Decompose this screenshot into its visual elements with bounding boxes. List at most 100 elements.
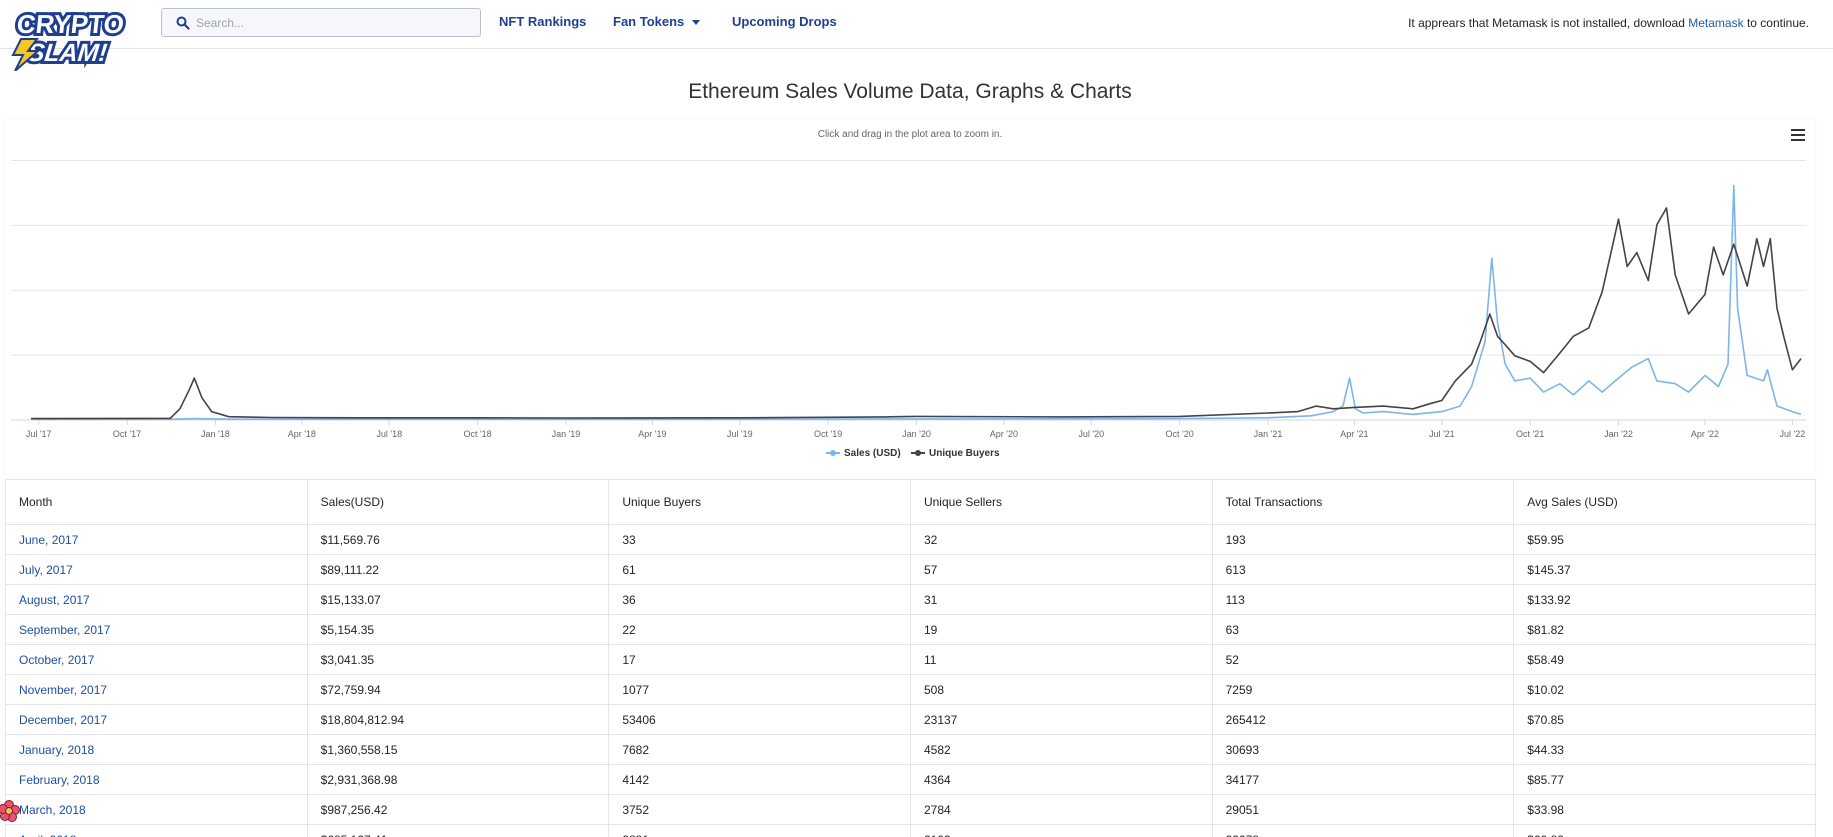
x-tick-label: Oct '19 <box>814 429 842 439</box>
legend-marker <box>915 450 921 456</box>
table-row: June, 2017 $11,569.76 33 32 193 $59.95 <box>5 524 1816 555</box>
nav-fan-tokens[interactable]: Fan Tokens <box>613 14 701 29</box>
cell-sales: $685,127.41 <box>306 824 610 837</box>
cell-unique-buyers: 17 <box>608 644 911 675</box>
cell-sales: $18,804,812.94 <box>306 704 610 735</box>
cell-month: August, 2017 <box>5 584 308 615</box>
cell-month: September, 2017 <box>5 614 308 645</box>
x-tick-label: Jul '22 <box>1779 429 1805 439</box>
month-link[interactable]: November, 2017 <box>19 683 107 697</box>
column-header-unique-buyers[interactable]: Unique Buyers <box>608 479 911 525</box>
column-header-month[interactable]: Month <box>5 479 308 525</box>
x-tick-label: Jan '18 <box>201 429 230 439</box>
chart-menu-icon[interactable] <box>1791 129 1805 141</box>
month-link[interactable]: August, 2017 <box>19 593 90 607</box>
month-link[interactable]: September, 2017 <box>19 623 110 637</box>
cell-unique-sellers: 4364 <box>909 764 1213 795</box>
x-tick-label: Oct '18 <box>463 429 491 439</box>
table-row: October, 2017 $3,041.35 17 11 52 $58.49 <box>5 644 1816 675</box>
table-row: September, 2017 $5,154.35 22 19 63 $81.82 <box>5 614 1816 645</box>
cell-total-transactions: 613 <box>1211 554 1515 585</box>
x-tick-label: Apr '22 <box>1691 429 1719 439</box>
cell-unique-sellers: 23137 <box>909 704 1213 735</box>
table-row: February, 2018 $2,931,368.98 4142 4364 34177… <box>5 764 1816 795</box>
cell-avg-sales: $85.77 <box>1513 764 1816 795</box>
table-row: March, 2018 $987,256.42 3752 2784 29051 $33.9… <box>5 794 1816 825</box>
cell-month: March, 2018 <box>5 794 308 825</box>
cell-avg-sales: $81.82 <box>1513 614 1816 645</box>
x-tick-label: Oct '20 <box>1166 429 1194 439</box>
nav-upcoming-drops[interactable]: Upcoming Drops <box>732 14 837 29</box>
cell-unique-sellers: 4582 <box>909 734 1213 765</box>
cell-unique-sellers: 2103 <box>909 824 1213 837</box>
x-tick-label: Jan '22 <box>1604 429 1633 439</box>
x-tick-label: Jul '20 <box>1078 429 1104 439</box>
search-icon <box>176 16 190 30</box>
table-row: December, 2017 $18,804,812.94 53406 23137 26… <box>5 704 1816 735</box>
cell-total-transactions: 7259 <box>1211 674 1515 705</box>
x-tick-label: Jan '21 <box>1254 429 1283 439</box>
metamask-download-link[interactable]: Metamask <box>1688 16 1743 30</box>
cell-avg-sales: $145.37 <box>1513 554 1816 585</box>
cell-month: November, 2017 <box>5 674 308 705</box>
month-link[interactable]: July, 2017 <box>19 563 73 577</box>
cell-month: December, 2017 <box>5 704 308 735</box>
chart-svg[interactable]: Click and drag in the plot area to zoom … <box>6 119 1815 477</box>
legend-item-sales[interactable]: Sales (USD) <box>826 448 901 459</box>
flower-widget-icon[interactable] <box>0 799 22 823</box>
cell-total-transactions: 63 <box>1211 614 1515 645</box>
cell-unique-sellers: 508 <box>909 674 1213 705</box>
cell-month: October, 2017 <box>5 644 308 675</box>
search-input[interactable] <box>196 12 466 33</box>
cell-unique-buyers: 33 <box>608 524 911 555</box>
nav-nft-rankings[interactable]: NFT Rankings <box>499 14 586 29</box>
cell-sales: $72,759.94 <box>306 674 610 705</box>
cell-total-transactions: 113 <box>1211 584 1515 615</box>
nav-fan-tokens-label: Fan Tokens <box>613 14 685 29</box>
chart-legend[interactable]: Sales (USD) Unique Buyers <box>826 448 1000 459</box>
cell-total-transactions: 52 <box>1211 644 1515 675</box>
cell-sales: $2,931,368.98 <box>306 764 610 795</box>
cell-unique-buyers: 36 <box>608 584 911 615</box>
series-line-unique-buyers <box>30 207 1802 420</box>
legend-item-unique-buyers[interactable]: Unique Buyers <box>911 448 1000 459</box>
month-link[interactable]: June, 2017 <box>19 533 78 547</box>
cell-avg-sales: $33.98 <box>1513 794 1816 825</box>
legend-marker <box>830 450 836 456</box>
cell-sales: $3,041.35 <box>306 644 610 675</box>
metamask-notice-suffix: to continue. <box>1746 16 1809 30</box>
month-link[interactable]: January, 2018 <box>19 743 94 757</box>
month-link[interactable]: April, 2018 <box>19 833 76 837</box>
cell-unique-buyers: 2881 <box>608 824 911 837</box>
column-header-sales[interactable]: Sales(USD) <box>306 479 610 525</box>
svg-text:SLAM!: SLAM! <box>26 39 108 67</box>
cell-unique-sellers: 32 <box>909 524 1213 555</box>
cell-unique-sellers: 2784 <box>909 794 1213 825</box>
cell-unique-buyers: 1077 <box>608 674 911 705</box>
page-title: Ethereum Sales Volume Data, Graphs & Cha… <box>688 80 1132 103</box>
column-header-unique-sellers[interactable]: Unique Sellers <box>909 479 1213 525</box>
metamask-notice-prefix: It apprears that Metamask is not install… <box>1408 16 1685 30</box>
cell-month: July, 2017 <box>5 554 308 585</box>
top-navigation: CRYPTO SLAM! NFT Rankings Fan Tokens Upc… <box>0 0 1833 71</box>
x-axis-ticks: Jul '17 Oct '17 Jan '18 Apr '18 Jul '18 Oct '… <box>26 420 1805 439</box>
cell-avg-sales: $29.82 <box>1513 824 1816 837</box>
month-link[interactable]: March, 2018 <box>19 803 86 817</box>
x-tick-label: Jan '20 <box>902 429 931 439</box>
cell-unique-buyers: 53406 <box>608 704 911 735</box>
sales-volume-chart[interactable]: Click and drag in the plot area to zoom … <box>6 119 1815 477</box>
column-header-total-transactions[interactable]: Total Transactions <box>1211 479 1515 525</box>
table-header-row: Month Sales(USD) Unique Buyers Unique Se… <box>5 479 1816 525</box>
cell-avg-sales: $59.95 <box>1513 524 1816 555</box>
cryptoslam-logo[interactable]: CRYPTO SLAM! <box>7 5 135 71</box>
month-link[interactable]: December, 2017 <box>19 713 107 727</box>
cell-unique-sellers: 31 <box>909 584 1213 615</box>
cell-unique-buyers: 4142 <box>608 764 911 795</box>
chart-grid <box>11 159 1806 421</box>
cell-sales: $5,154.35 <box>306 614 610 645</box>
cell-unique-sellers: 11 <box>909 644 1213 675</box>
column-header-avg-sales[interactable]: Avg Sales (USD) <box>1513 479 1816 525</box>
x-tick-label: Apr '18 <box>288 429 316 439</box>
month-link[interactable]: February, 2018 <box>19 773 100 787</box>
month-link[interactable]: October, 2017 <box>19 653 94 667</box>
